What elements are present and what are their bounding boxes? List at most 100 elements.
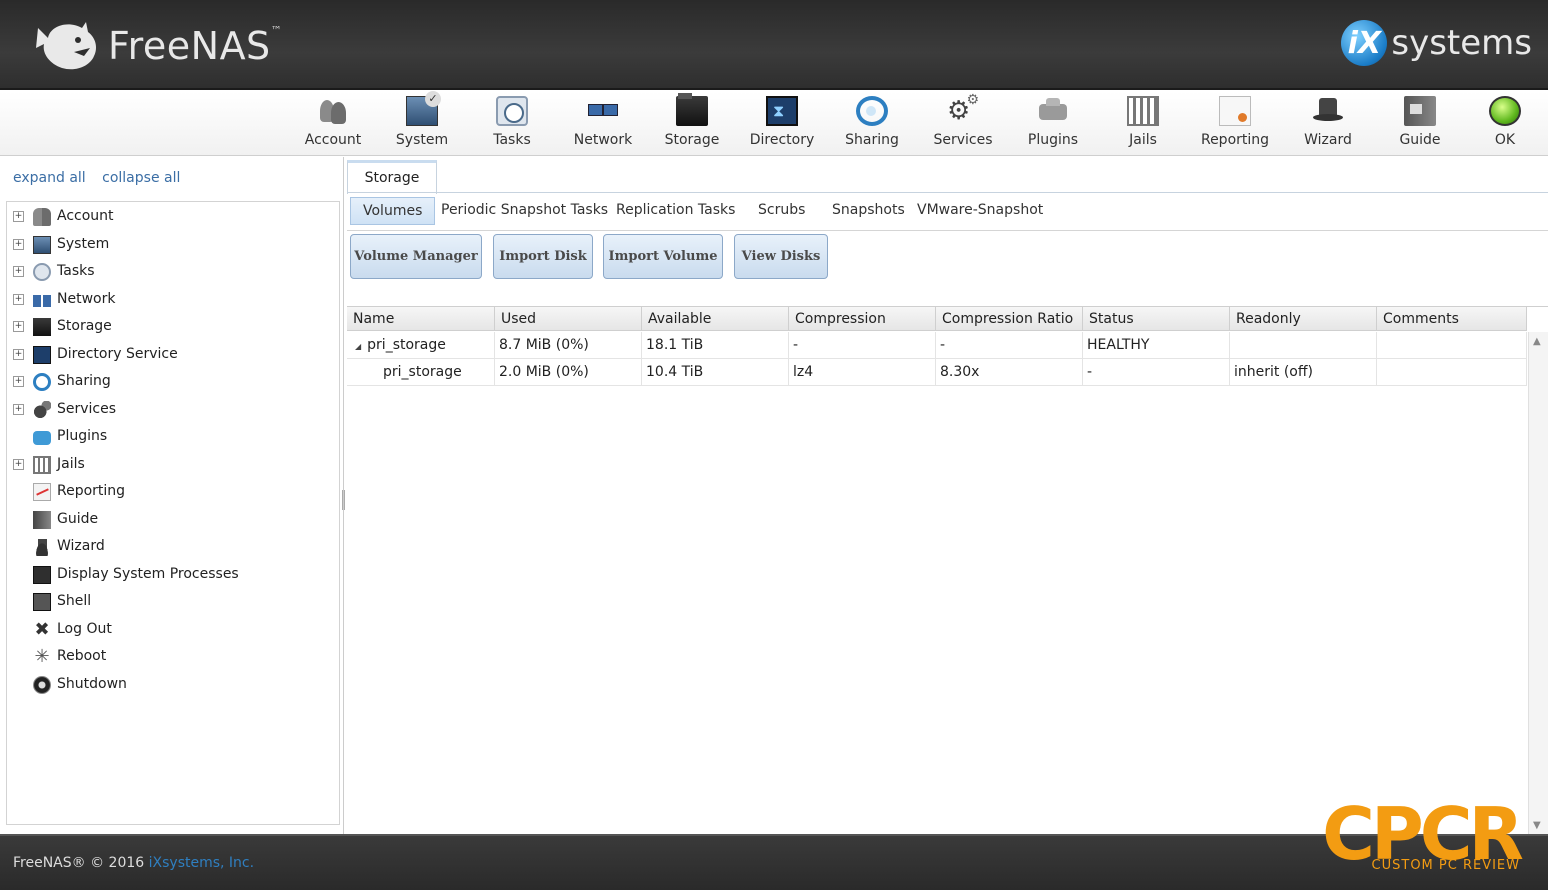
toolbar-label: OK <box>1494 132 1516 148</box>
column-header-readonly[interactable]: Readonly <box>1230 307 1377 331</box>
sidebar-item-label: Shutdown <box>57 676 127 692</box>
toolbar-system[interactable]: System <box>382 91 462 152</box>
tab-storage[interactable]: Storage <box>347 160 437 194</box>
sidebar-item-label: Reboot <box>57 648 107 664</box>
sidebar-item-label: Shell <box>57 593 92 609</box>
subtab-snapshots[interactable]: Snapshots <box>832 197 905 225</box>
sidebar-item-label: Plugins <box>57 428 108 444</box>
cell-compression-ratio: 8.30x <box>936 359 1083 386</box>
toolbar-jails[interactable]: Jails <box>1103 96 1183 152</box>
tree-controls: expand all collapse all <box>13 170 192 186</box>
volume-manager-button[interactable]: Volume Manager <box>350 234 482 279</box>
column-header-status[interactable]: Status <box>1083 307 1230 331</box>
storage-icon <box>33 318 51 336</box>
toolbar-plugins[interactable]: Plugins <box>1013 96 1093 152</box>
toolbar-reporting[interactable]: Reporting <box>1195 96 1275 152</box>
collapse-arrow-icon[interactable]: ◢ <box>355 342 361 351</box>
toolbar-wizard[interactable]: Wizard <box>1288 96 1368 152</box>
grid-scrollbar[interactable]: ▲ ▼ <box>1528 332 1548 835</box>
expand-icon[interactable]: + <box>13 211 24 222</box>
view-disks-button[interactable]: View Disks <box>734 234 828 279</box>
expand-icon[interactable]: + <box>13 321 24 332</box>
sidebar-item-label: Network <box>57 291 116 307</box>
directory-icon <box>33 346 51 364</box>
expand-icon[interactable]: + <box>13 376 24 387</box>
sidebar: expand all collapse all + Account + Syst… <box>0 157 344 834</box>
collapse-all-link[interactable]: collapse all <box>102 170 180 186</box>
cell-compression: lz4 <box>789 359 936 386</box>
grid-header: Name Used Available Compression Compress… <box>347 307 1527 331</box>
plugins-icon <box>1037 96 1069 126</box>
column-header-name[interactable]: Name <box>347 307 495 331</box>
tab-divider <box>347 192 1548 193</box>
toolbar-label: Wizard <box>1304 132 1352 148</box>
toolbar-status-ok[interactable]: OK <box>1465 96 1545 152</box>
jails-icon <box>33 456 51 474</box>
cell-readonly <box>1230 332 1377 359</box>
toolbar-sharing[interactable]: Sharing <box>832 96 912 152</box>
expand-icon[interactable]: + <box>13 266 24 277</box>
storage-icon <box>676 93 708 126</box>
scroll-down-icon[interactable]: ▼ <box>1533 820 1541 831</box>
plugins-icon <box>33 431 51 445</box>
expand-icon[interactable]: + <box>13 294 24 305</box>
table-row[interactable]: ◢ pri_storage 8.7 MiB (0%) 18.1 TiB - - H… <box>347 332 1527 359</box>
subtab-divider <box>347 230 1548 231</box>
reboot-icon: ✳ <box>34 646 50 667</box>
table-row[interactable]: pri_storage 2.0 MiB (0%) 10.4 TiB lz4 8.… <box>347 359 1527 386</box>
import-volume-button[interactable]: Import Volume <box>603 234 723 279</box>
expand-icon[interactable]: + <box>13 239 24 250</box>
volumes-grid: Name Used Available Compression Compress… <box>347 306 1548 835</box>
services-icon <box>947 92 979 126</box>
cell-readonly: inherit (off) <box>1230 359 1377 386</box>
wizard-icon <box>33 538 51 556</box>
toolbar-tasks[interactable]: Tasks <box>472 96 552 152</box>
toolbar-guide[interactable]: Guide <box>1380 96 1460 152</box>
ixsystems-logo[interactable]: iX systems <box>1341 20 1532 66</box>
expand-icon[interactable]: + <box>13 404 24 415</box>
subtab-replication-tasks[interactable]: Replication Tasks <box>616 197 735 225</box>
column-header-compression-ratio[interactable]: Compression Ratio <box>936 307 1083 331</box>
subtab-periodic-snapshot-tasks[interactable]: Periodic Snapshot Tasks <box>441 197 608 225</box>
toolbar-account[interactable]: Account <box>293 96 373 152</box>
toolbar-label: Guide <box>1399 132 1441 148</box>
toolbar-directory[interactable]: Directory <box>742 96 822 152</box>
shell-icon <box>33 593 51 611</box>
toolbar-label: System <box>395 132 449 148</box>
toolbar-label: Plugins <box>1027 132 1079 148</box>
pane-splitter-handle[interactable] <box>342 490 345 510</box>
guide-icon <box>1404 96 1436 126</box>
column-header-compression[interactable]: Compression <box>789 307 936 331</box>
subtab-vmware-snapshot[interactable]: VMware-Snapshot <box>917 197 1043 225</box>
toolbar-services[interactable]: Services <box>923 92 1003 152</box>
sidebar-item-label: Reporting <box>57 483 126 499</box>
freenas-logo[interactable]: FreeNAS™ <box>34 18 282 74</box>
column-header-used[interactable]: Used <box>495 307 642 331</box>
expand-all-link[interactable]: expand all <box>13 170 86 186</box>
expand-icon[interactable]: + <box>13 459 24 470</box>
toolbar-label: Storage <box>664 132 720 148</box>
app-header: FreeNAS™ iX systems <box>0 0 1548 90</box>
sidebar-item-label: Guide <box>57 511 99 527</box>
toolbar-network[interactable]: Network <box>563 96 643 152</box>
shutdown-icon <box>33 676 51 694</box>
company-link[interactable]: iXsystems, Inc. <box>149 855 254 871</box>
subtab-scrubs[interactable]: Scrubs <box>758 197 805 225</box>
scroll-up-icon[interactable]: ▲ <box>1533 336 1541 347</box>
main-content: Storage Volumes Periodic Snapshot Tasks … <box>347 157 1548 835</box>
cell-comments <box>1377 332 1527 359</box>
network-icon <box>33 295 51 307</box>
logout-icon: ✖ <box>34 619 50 640</box>
cell-compression-ratio: - <box>936 332 1083 359</box>
column-header-comments[interactable]: Comments <box>1377 307 1527 331</box>
copyright-text: FreeNAS® © 2016 iXsystems, Inc. <box>13 855 255 871</box>
tasks-icon <box>496 96 528 126</box>
import-disk-button[interactable]: Import Disk <box>493 234 593 279</box>
toolbar-storage[interactable]: Storage <box>652 93 732 152</box>
cell-available: 10.4 TiB <box>642 359 789 386</box>
expand-icon[interactable]: + <box>13 349 24 360</box>
sidebar-item-label: Storage <box>57 318 112 334</box>
subtab-volumes[interactable]: Volumes <box>350 197 436 225</box>
sidebar-item-label: Directory Service <box>57 346 178 362</box>
column-header-available[interactable]: Available <box>642 307 789 331</box>
